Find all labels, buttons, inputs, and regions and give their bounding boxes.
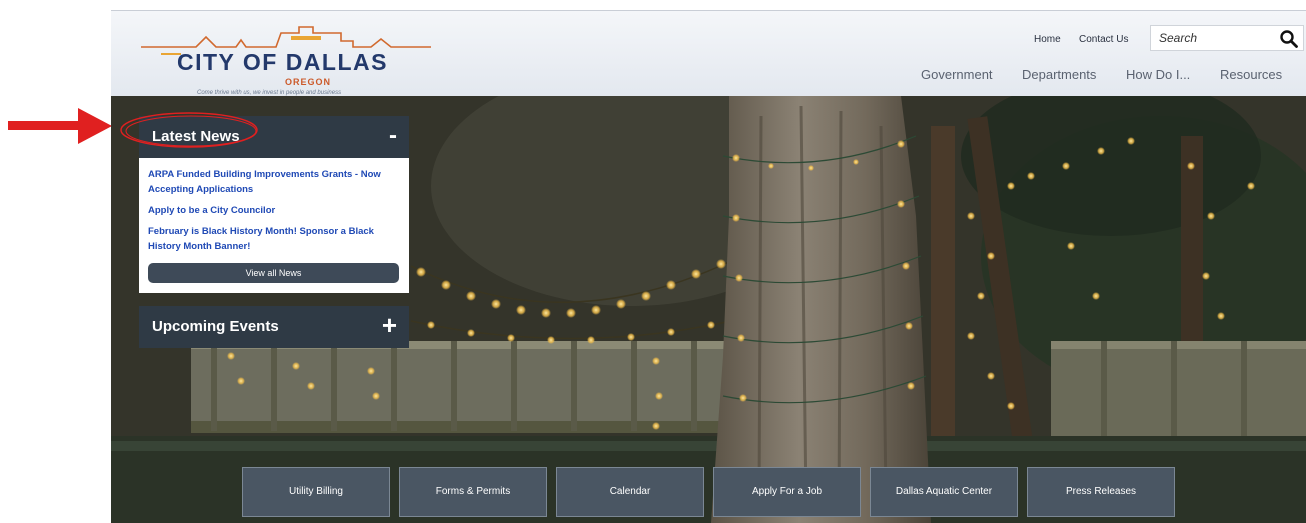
upcoming-events-title: Upcoming Events — [152, 318, 279, 335]
contact-us-link[interactable]: Contact Us — [1079, 34, 1128, 45]
nav-departments[interactable]: Departments — [1022, 67, 1096, 82]
logo-city-name: CITY OF DALLAS — [177, 49, 388, 75]
plus-icon[interactable]: + — [382, 310, 397, 341]
quick-link-apply-job[interactable]: Apply For a Job — [713, 467, 861, 517]
home-link[interactable]: Home — [1034, 34, 1061, 45]
annotation-circle-icon — [120, 112, 258, 148]
news-item[interactable]: February is Black History Month! Sponsor… — [148, 224, 400, 254]
quick-link-utility-billing[interactable]: Utility Billing — [242, 467, 390, 517]
quick-link-forms-permits[interactable]: Forms & Permits — [399, 467, 547, 517]
news-item[interactable]: Apply to be a City Councilor — [148, 203, 400, 218]
quick-link-aquatic-center[interactable]: Dallas Aquatic Center — [870, 467, 1018, 517]
nav-government[interactable]: Government — [921, 67, 993, 82]
city-logo[interactable]: CITY OF DALLAS OREGON Come thrive with u… — [141, 19, 431, 97]
nav-how-do-i[interactable]: How Do I... — [1126, 67, 1190, 82]
minus-icon[interactable]: - — [389, 122, 397, 150]
site-header: CITY OF DALLAS OREGON Come thrive with u… — [111, 10, 1306, 97]
website: CITY OF DALLAS OREGON Come thrive with u… — [111, 0, 1306, 523]
latest-news-list: ARPA Funded Building Improvements Grants… — [139, 158, 409, 293]
view-all-news-button[interactable]: View all News — [148, 263, 399, 283]
upcoming-events-header[interactable]: Upcoming Events + — [139, 306, 409, 348]
search-input[interactable] — [1159, 30, 1269, 46]
quick-link-calendar[interactable]: Calendar — [556, 467, 704, 517]
annotation-arrow-icon — [8, 108, 112, 144]
quick-link-press-releases[interactable]: Press Releases — [1027, 467, 1175, 517]
nav-resources[interactable]: Resources — [1220, 67, 1282, 82]
news-item[interactable]: ARPA Funded Building Improvements Grants… — [148, 167, 400, 197]
search-icon[interactable] — [1279, 29, 1299, 49]
logo-state: OREGON — [285, 77, 332, 87]
search-box — [1150, 25, 1304, 51]
